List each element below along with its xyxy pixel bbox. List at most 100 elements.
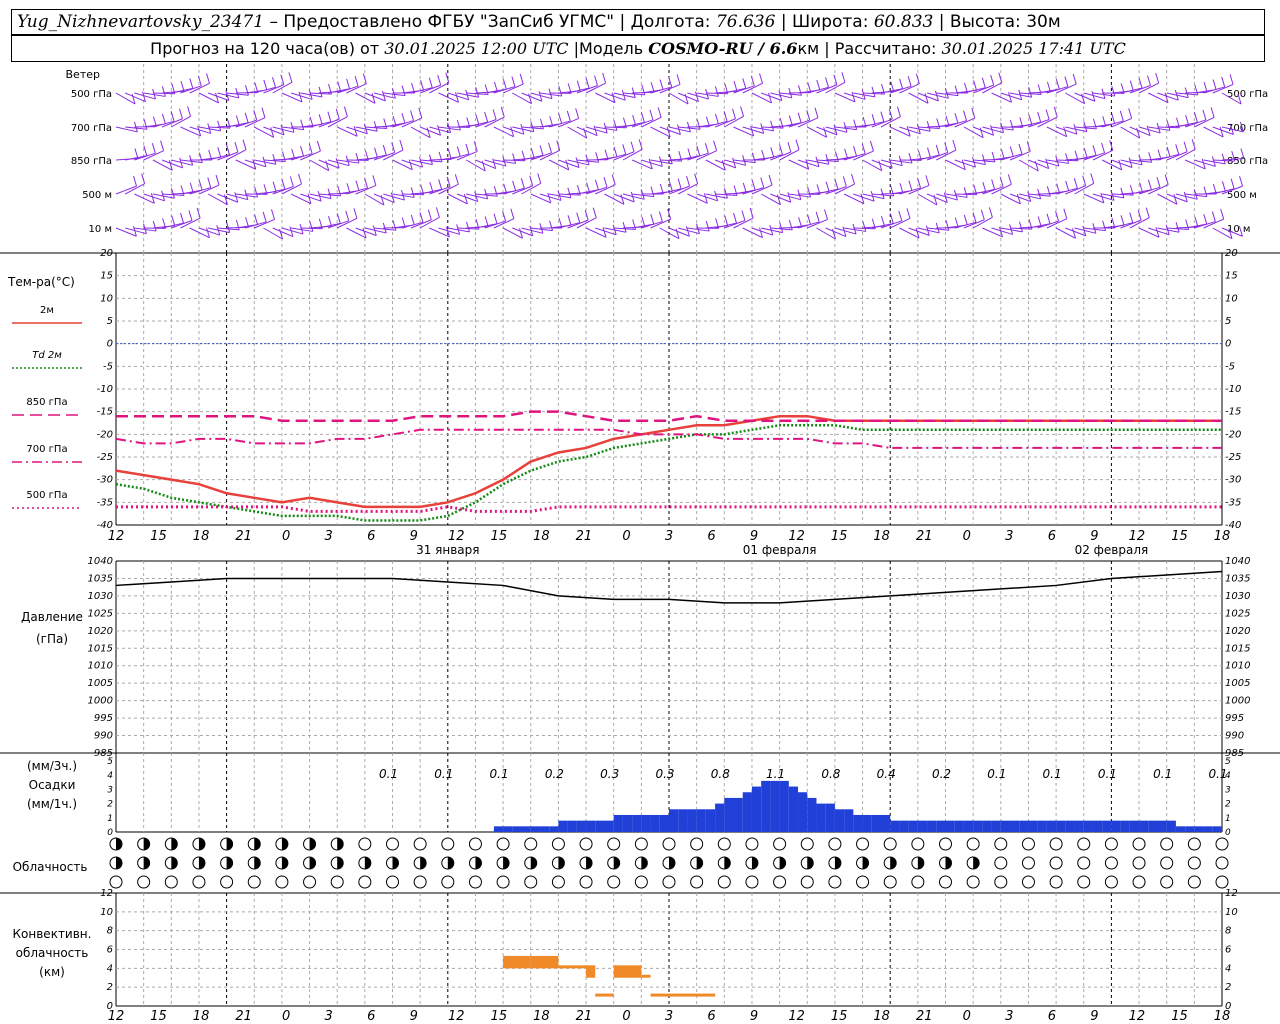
cloud-symbol (1104, 856, 1118, 870)
wind-barb-flag (1145, 207, 1150, 218)
cloud-symbol (911, 837, 925, 851)
wind-barb-flag (973, 80, 978, 91)
precip-bar (982, 820, 992, 832)
cloud-symbol (1021, 837, 1035, 851)
precip-3h-total: 0.1 (490, 767, 509, 781)
wind-barb-flag (1221, 153, 1226, 164)
temp-ytick-left: 10 (100, 293, 113, 304)
wind-barb-flag (889, 213, 894, 224)
wind-barb-flag (1009, 119, 1014, 131)
x-tick-label-bottom: 9 (750, 1009, 758, 1024)
wind-barb-flag (1028, 114, 1033, 125)
cloud-symbol (1187, 875, 1201, 889)
cloud-symbol (745, 837, 759, 851)
cloud-symbol (330, 875, 344, 889)
wind-barb-flag (1211, 211, 1216, 222)
wind-barb-flag (410, 214, 415, 226)
wind-barb-flag (456, 146, 461, 157)
wind-barb-flag (245, 85, 249, 96)
wind-barb-flag (1101, 88, 1106, 99)
wind-barb-flag (714, 113, 719, 125)
precip-ytick-right: 3 (1225, 785, 1231, 795)
wind-barb-flag (971, 107, 976, 119)
temp-ytick-left: 15 (100, 271, 113, 282)
x-tick-label-bottom: 15 (831, 1009, 848, 1024)
pressure-ytick-right: 1015 (1225, 643, 1250, 654)
x-tick-label-bottom: 6 (707, 1009, 715, 1024)
wind-barb-flag (815, 211, 820, 223)
wind-barb-flag (1221, 181, 1226, 192)
wind-barb-flag (825, 181, 830, 192)
precip-bar (503, 826, 513, 832)
x-tick-label-mid: 15 (150, 529, 167, 544)
cloud-symbol-fill (862, 857, 869, 869)
cloud-symbol-fill (586, 857, 593, 869)
cloud-symbol (773, 875, 787, 889)
cloud-symbol-fill (696, 857, 703, 869)
wind-barb-flag (1037, 111, 1042, 123)
wind-level-label-right: 500 м (1227, 190, 1257, 201)
precip-bar (1019, 820, 1029, 832)
cloud-symbol (386, 837, 399, 851)
cloud-symbol (247, 875, 261, 889)
wind-barb-flag (298, 173, 302, 185)
wind-barb-shaft (733, 126, 754, 137)
conv-cloud-bar (503, 955, 531, 969)
pressure-ytick-left: 1010 (88, 661, 113, 672)
wind-barb-flag (677, 178, 682, 189)
precip-ytick-right: 5 (1225, 757, 1231, 767)
wind-barb-flag (841, 72, 846, 83)
wind-barb-flag (668, 76, 673, 88)
wind-barb-flag (622, 222, 627, 233)
precip-bar (973, 820, 983, 832)
cloud-symbol (579, 837, 593, 851)
precip-ytick-left: 0 (107, 828, 113, 838)
wind-barb-flag (244, 112, 249, 123)
temp-ytick-right: 0 (1225, 339, 1231, 350)
wind-barb-flag (345, 210, 350, 221)
wind-barb-flag (733, 212, 737, 224)
precip-bar (844, 809, 854, 832)
wind-barb-shaft (1138, 227, 1160, 238)
wind-barb-flag (143, 145, 148, 156)
wind-barb-flag (1239, 175, 1244, 187)
wind-barb-flag (316, 140, 321, 152)
precip-bar (1175, 826, 1186, 832)
cloud-symbol-fill (254, 838, 261, 850)
precip-bar (586, 820, 596, 832)
wind-barb-flag (493, 213, 498, 224)
wind-barb-flag (336, 213, 341, 224)
wind-barb-flag (595, 152, 600, 163)
wind-barb-flag (668, 181, 673, 192)
cloud-symbol (966, 875, 980, 889)
wind-barb-flag (925, 175, 930, 186)
wind-barb-flag (687, 148, 692, 159)
x-tick-label-mid: 0 (282, 529, 290, 544)
wind-barb-flag (427, 209, 432, 220)
precip-ytick-right: 0 (1225, 828, 1231, 838)
precip-3h-total: 0.1 (987, 767, 1006, 781)
wind-barb-flag (880, 215, 885, 227)
cloud-symbol-fill (309, 857, 316, 869)
cloud-symbol (551, 875, 565, 889)
precip-bar (632, 814, 642, 832)
wind-barb-flag (795, 139, 800, 150)
wind-barb-flag (788, 115, 793, 126)
cloud-symbol (939, 837, 952, 851)
x-tick-label-mid: 18 (193, 529, 210, 544)
precip-bar (669, 809, 679, 832)
precip-unit-1h: (мм/1ч.) (27, 797, 77, 811)
wind-barb-shaft (530, 193, 552, 204)
wind-barb-flag (343, 106, 348, 117)
wind-barb-flag (741, 210, 746, 221)
precip-bar (604, 820, 614, 832)
x-tick-label-mid: 18 (1214, 529, 1231, 544)
cloud-symbol (164, 875, 178, 889)
x-tick-label-mid: 15 (831, 529, 848, 544)
x-tick-label-bottom: 0 (963, 1009, 971, 1024)
cloud-symbol (275, 875, 289, 889)
cloud-symbol-fill (364, 857, 371, 869)
wind-barb-flag (418, 107, 423, 119)
cloud-symbol-fill (724, 857, 731, 869)
cloud-symbol (1215, 837, 1229, 851)
